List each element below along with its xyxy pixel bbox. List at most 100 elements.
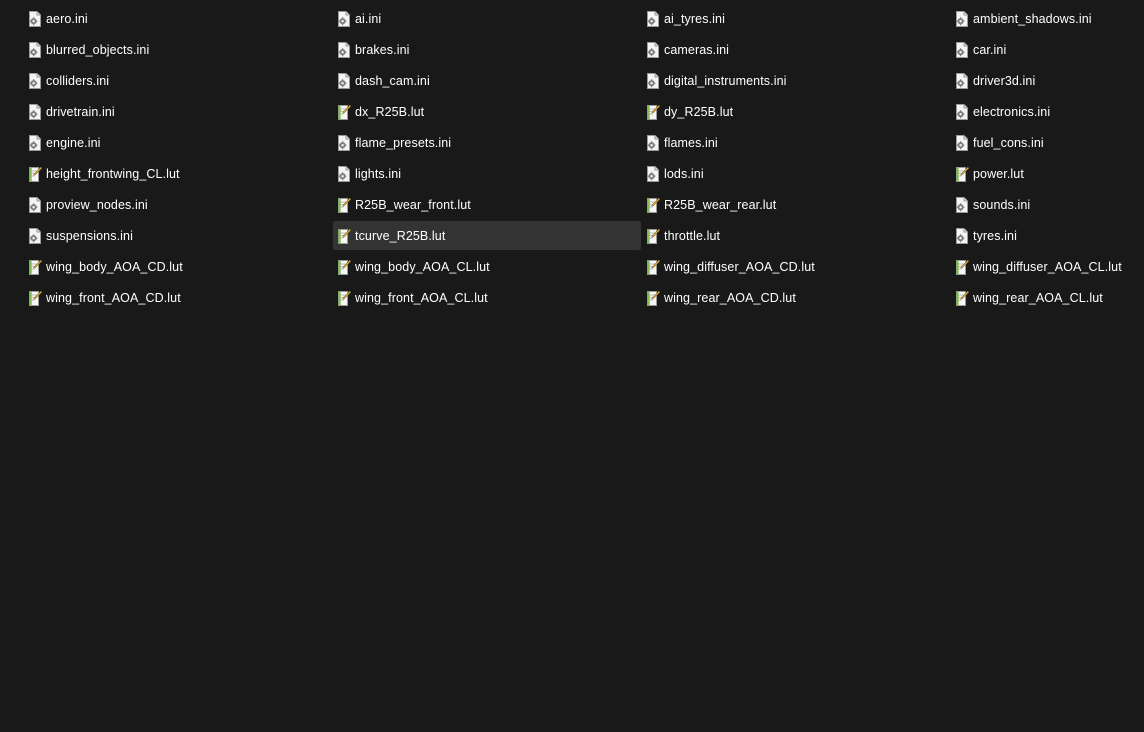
settings-file-icon <box>646 41 660 58</box>
file-name: lights.ini <box>355 166 402 181</box>
file-item[interactable]: fuel_cons.ini <box>951 128 1144 157</box>
file-item[interactable]: wing_body_AOA_CL.lut <box>333 252 641 281</box>
file-item[interactable]: colliders.ini <box>24 66 332 95</box>
settings-file-icon <box>337 134 351 151</box>
text-file-icon <box>646 197 660 213</box>
file-item[interactable]: wing_body_AOA_CD.lut <box>24 252 332 281</box>
settings-file-icon <box>28 227 42 244</box>
file-name: lods.ini <box>664 166 704 181</box>
file-item[interactable]: car.ini <box>951 35 1144 64</box>
file-name: fuel_cons.ini <box>973 135 1044 150</box>
file-item[interactable]: lights.ini <box>333 159 641 188</box>
file-name: height_frontwing_CL.lut <box>46 166 180 181</box>
file-item[interactable]: brakes.ini <box>333 35 641 64</box>
file-item[interactable]: flames.ini <box>642 128 950 157</box>
file-item[interactable]: sounds.ini <box>951 190 1144 219</box>
settings-file-icon <box>28 103 42 120</box>
file-item[interactable]: height_frontwing_CL.lut <box>24 159 332 188</box>
text-file-icon <box>28 166 42 182</box>
file-name: wing_front_AOA_CD.lut <box>46 290 181 305</box>
file-name: tyres.ini <box>973 228 1017 243</box>
file-name: colliders.ini <box>46 73 110 88</box>
text-file-icon <box>337 290 351 306</box>
file-item[interactable]: tyres.ini <box>951 221 1144 250</box>
file-name: tcurve_R25B.lut <box>355 228 446 243</box>
file-list-view[interactable]: aero.ini ai.ini ai_tyres.ini ambient_shadow… <box>0 0 1144 732</box>
settings-file-icon <box>337 10 351 27</box>
file-item[interactable]: engine.ini <box>24 128 332 157</box>
file-item[interactable]: blurred_objects.ini <box>24 35 332 64</box>
file-item[interactable]: dy_R25B.lut <box>642 97 950 126</box>
file-name: dx_R25B.lut <box>355 104 425 119</box>
file-name: ai.ini <box>355 11 382 26</box>
file-name: aero.ini <box>46 11 88 26</box>
file-item[interactable]: driver3d.ini <box>951 66 1144 95</box>
file-item[interactable]: ambient_shadows.ini <box>951 4 1144 33</box>
settings-file-icon <box>337 41 351 58</box>
file-item[interactable]: digital_instruments.ini <box>642 66 950 95</box>
settings-file-icon <box>955 72 969 89</box>
file-item[interactable]: suspensions.ini <box>24 221 332 250</box>
file-item[interactable]: throttle.lut <box>642 221 950 250</box>
file-item[interactable]: dx_R25B.lut <box>333 97 641 126</box>
file-name: sounds.ini <box>973 197 1031 212</box>
file-item[interactable]: ai_tyres.ini <box>642 4 950 33</box>
settings-file-icon <box>337 165 351 182</box>
file-item[interactable]: wing_front_AOA_CD.lut <box>24 283 332 312</box>
file-item[interactable]: lods.ini <box>642 159 950 188</box>
file-item[interactable]: R25B_wear_rear.lut <box>642 190 950 219</box>
settings-file-icon <box>955 134 969 151</box>
text-file-icon <box>955 259 969 275</box>
file-item[interactable]: wing_diffuser_AOA_CD.lut <box>642 252 950 281</box>
file-name: engine.ini <box>46 135 101 150</box>
file-name: driver3d.ini <box>973 73 1036 88</box>
settings-file-icon <box>28 196 42 213</box>
file-item[interactable]: wing_diffuser_AOA_CL.lut <box>951 252 1144 281</box>
file-name: wing_front_AOA_CL.lut <box>355 290 488 305</box>
file-name: digital_instruments.ini <box>664 73 787 88</box>
file-item[interactable]: power.lut <box>951 159 1144 188</box>
file-item[interactable]: R25B_wear_front.lut <box>333 190 641 219</box>
file-name: power.lut <box>973 166 1024 181</box>
file-grid: aero.ini ai.ini ai_tyres.ini ambient_shadow… <box>24 4 1144 314</box>
file-name: electronics.ini <box>973 104 1051 119</box>
settings-file-icon <box>955 227 969 244</box>
text-file-icon <box>28 259 42 275</box>
file-item[interactable]: proview_nodes.ini <box>24 190 332 219</box>
settings-file-icon <box>28 10 42 27</box>
file-item[interactable]: wing_rear_AOA_CD.lut <box>642 283 950 312</box>
file-name: flame_presets.ini <box>355 135 452 150</box>
file-item[interactable]: electronics.ini <box>951 97 1144 126</box>
file-item[interactable]: tcurve_R25B.lut <box>333 221 641 250</box>
file-item[interactable]: wing_rear_AOA_CL.lut <box>951 283 1144 312</box>
text-file-icon <box>337 228 351 244</box>
file-item[interactable]: dash_cam.ini <box>333 66 641 95</box>
file-item[interactable]: aero.ini <box>24 4 332 33</box>
file-name: R25B_wear_rear.lut <box>664 197 777 212</box>
settings-file-icon <box>955 41 969 58</box>
file-name: ai_tyres.ini <box>664 11 725 26</box>
file-name: proview_nodes.ini <box>46 197 148 212</box>
file-name: flames.ini <box>664 135 718 150</box>
file-item[interactable]: flame_presets.ini <box>333 128 641 157</box>
file-name: throttle.lut <box>664 228 721 243</box>
settings-file-icon <box>955 10 969 27</box>
file-item[interactable]: wing_front_AOA_CL.lut <box>333 283 641 312</box>
text-file-icon <box>646 104 660 120</box>
file-name: dash_cam.ini <box>355 73 430 88</box>
file-name: suspensions.ini <box>46 228 133 243</box>
file-name: wing_body_AOA_CL.lut <box>355 259 490 274</box>
text-file-icon <box>337 104 351 120</box>
text-file-icon <box>337 197 351 213</box>
settings-file-icon <box>646 134 660 151</box>
file-item[interactable]: cameras.ini <box>642 35 950 64</box>
text-file-icon <box>646 259 660 275</box>
text-file-icon <box>646 228 660 244</box>
settings-file-icon <box>646 165 660 182</box>
file-name: wing_diffuser_AOA_CL.lut <box>973 259 1122 274</box>
file-item[interactable]: ai.ini <box>333 4 641 33</box>
settings-file-icon <box>337 72 351 89</box>
file-item[interactable]: drivetrain.ini <box>24 97 332 126</box>
settings-file-icon <box>28 72 42 89</box>
file-name: wing_rear_AOA_CL.lut <box>973 290 1103 305</box>
